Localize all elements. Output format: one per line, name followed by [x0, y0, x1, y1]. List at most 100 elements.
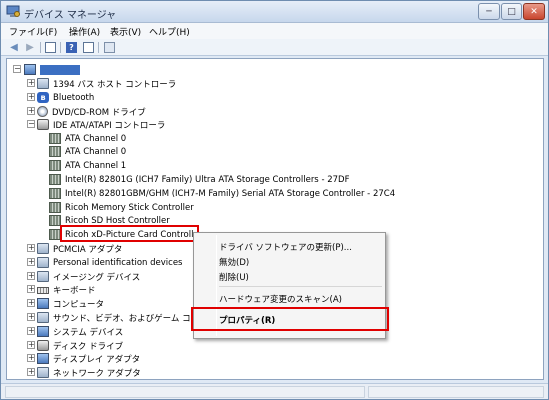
properties-toolbar-button[interactable]	[83, 42, 94, 53]
expand-icon[interactable]: +	[27, 285, 35, 293]
menu-scan-hardware[interactable]: ハードウェア変更のスキャン(A)	[219, 293, 342, 305]
tree-node-label: Ricoh SD Host Controller	[65, 215, 170, 226]
expand-icon[interactable]: +	[27, 299, 35, 307]
tree-node[interactable]: Intel(R) 82801GBM/GHM (ICH7-M Family) Se…	[49, 187, 395, 200]
tree-node-label: 1394 バス ホスト コントローラ	[53, 79, 177, 90]
tree-node[interactable]: サウンド、ビデオ、およびゲーム コン	[37, 311, 199, 324]
toolbar: ◀ ▶ ?	[1, 39, 548, 56]
status-panel	[368, 386, 544, 398]
tree-node-label: Intel(R) 82801G (ICH7 Family) Ultra ATA …	[65, 174, 350, 185]
status-panel	[5, 386, 365, 398]
expand-icon[interactable]: +	[27, 327, 35, 335]
camera-icon	[37, 271, 49, 282]
tree-node[interactable]: ʙ Bluetooth	[37, 91, 94, 104]
tree-node[interactable]: ディスク ドライブ	[37, 339, 123, 352]
tree-node-label: Intel(R) 82801GBM/GHM (ICH7-M Family) Se…	[65, 188, 396, 199]
tree-node[interactable]: ATA Channel 0	[49, 132, 126, 145]
title-bar[interactable]: デバイス マネージャ ─ □ ✕	[1, 1, 548, 23]
tree-node[interactable]: ディスプレイ アダプタ	[37, 352, 140, 365]
menu-view[interactable]: 表示(V)	[110, 25, 141, 38]
firewire-icon	[37, 78, 49, 89]
help-button[interactable]: ?	[66, 42, 77, 53]
computer-manager-icon	[6, 5, 20, 17]
expand-icon[interactable]: +	[27, 79, 35, 87]
maximize-button[interactable]: □	[501, 3, 522, 20]
tree-root[interactable]: PCNAME	[24, 63, 80, 76]
maximize-icon: □	[507, 6, 516, 17]
tree-node[interactable]: IDE ATA/ATAPI コントローラ	[37, 118, 165, 131]
forward-button[interactable]: ▶	[23, 42, 37, 53]
ata-channel-icon	[49, 160, 61, 171]
tree-node-label: Personal identification devices	[53, 257, 183, 268]
tree-node[interactable]: キーボード	[37, 283, 96, 296]
fingerprint-icon	[37, 257, 49, 268]
show-hide-tree-button[interactable]	[45, 42, 56, 53]
sound-icon	[37, 312, 49, 323]
tree-node[interactable]: DVD/CD-ROM ドライブ	[37, 105, 146, 118]
tree-node[interactable]: Intel(R) 82801G (ICH7 Family) Ultra ATA …	[49, 173, 349, 186]
minimize-button[interactable]: ─	[478, 3, 500, 20]
menu-bar: ファイル(F) 操作(A) 表示(V) ヘルプ(H)	[1, 23, 548, 39]
tree-node[interactable]: ATA Channel 1	[49, 159, 126, 172]
network-adapter-icon	[37, 367, 49, 378]
expand-icon[interactable]: +	[27, 107, 35, 115]
menu-disable[interactable]: 無効(D)	[219, 256, 249, 268]
menu-action[interactable]: 操作(A)	[69, 25, 100, 38]
toolbar-separator	[60, 42, 61, 53]
tree-node-label: Ricoh Memory Stick Controller	[65, 202, 194, 213]
tree-node[interactable]: イメージング デバイス	[37, 270, 140, 283]
computer-icon	[37, 298, 49, 309]
tree-node-label: キーボード	[53, 285, 96, 296]
system-device-icon	[37, 326, 49, 337]
tree-node-label: ディスク ドライブ	[53, 341, 124, 352]
close-button[interactable]: ✕	[523, 3, 545, 20]
root-computer-name: PCNAME	[40, 64, 80, 75]
tree-node[interactable]: ATA Channel 0	[49, 145, 126, 158]
tree-node[interactable]: Personal identification devices	[37, 256, 182, 269]
tree-node-label: ATA Channel 1	[65, 160, 127, 171]
tree-node-label: ATA Channel 0	[65, 146, 127, 157]
tree-node[interactable]: ネットワーク アダプタ	[37, 366, 141, 379]
highlight-target-device	[60, 225, 199, 242]
display-adapter-icon	[37, 353, 49, 364]
expand-icon[interactable]: +	[27, 313, 35, 321]
toolbar-separator	[40, 42, 41, 53]
tree-node-label: コンピュータ	[53, 299, 105, 310]
tree-node-label: ATA Channel 0	[65, 133, 127, 144]
tree-node-label: PCMCIA アダプタ	[53, 244, 123, 255]
back-button[interactable]: ◀	[7, 42, 21, 53]
expand-icon[interactable]: +	[27, 244, 35, 252]
tree-node-label: IDE ATA/ATAPI コントローラ	[53, 120, 166, 131]
collapse-icon[interactable]: −	[27, 120, 35, 128]
tree-node-label: ディスプレイ アダプタ	[53, 354, 141, 365]
expand-icon[interactable]: +	[27, 354, 35, 362]
expand-icon[interactable]: +	[27, 341, 35, 349]
menu-help[interactable]: ヘルプ(H)	[149, 25, 190, 38]
ata-channel-icon	[49, 188, 61, 199]
menu-update-driver[interactable]: ドライバ ソフトウェアの更新(P)...	[219, 241, 352, 253]
cd-drive-icon	[37, 106, 48, 117]
bluetooth-icon: ʙ	[37, 92, 49, 103]
scan-hardware-button[interactable]	[104, 42, 115, 53]
expand-icon[interactable]: +	[27, 258, 35, 266]
highlight-properties	[191, 307, 389, 331]
status-bar	[1, 383, 548, 399]
tree-node[interactable]: コンピュータ	[37, 297, 104, 310]
tree-node[interactable]: PCMCIA アダプタ	[37, 242, 122, 255]
tree-node-label: ネットワーク アダプタ	[53, 368, 141, 379]
expand-icon[interactable]: +	[27, 93, 35, 101]
tree-node-label: Bluetooth	[53, 92, 95, 103]
tree-node[interactable]: 1394 バス ホスト コントローラ	[37, 77, 176, 90]
close-icon: ✕	[530, 6, 538, 17]
tree-node[interactable]: システム デバイス	[37, 325, 123, 338]
menu-uninstall[interactable]: 削除(U)	[219, 271, 249, 283]
collapse-icon[interactable]: −	[13, 65, 21, 73]
ide-controller-icon	[37, 119, 49, 130]
expand-icon[interactable]: +	[27, 368, 35, 376]
toolbar-separator	[98, 42, 99, 53]
tree-node[interactable]: Ricoh Memory Stick Controller	[49, 201, 194, 214]
menu-file[interactable]: ファイル(F)	[9, 25, 57, 38]
ata-channel-icon	[49, 133, 61, 144]
expand-icon[interactable]: +	[27, 272, 35, 280]
tree-node-label: サウンド、ビデオ、およびゲーム コン	[53, 313, 200, 324]
